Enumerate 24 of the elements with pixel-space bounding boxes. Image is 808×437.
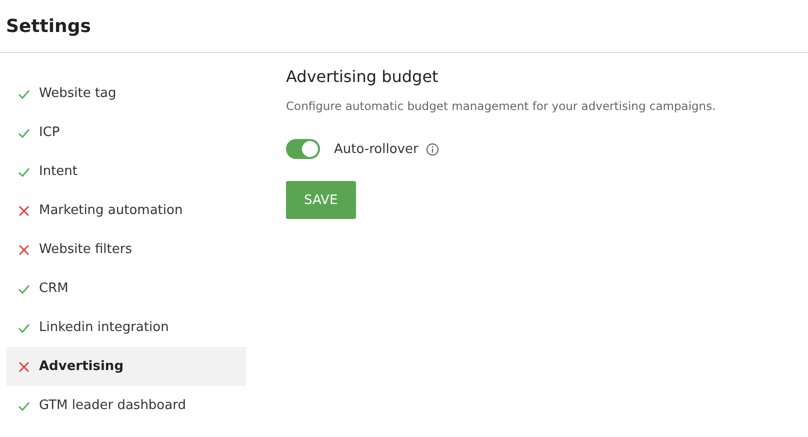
check-icon [18,166,30,178]
sidebar-item[interactable]: GTM leader dashboard [6,386,246,425]
toggle-switch[interactable] [286,139,320,159]
sidebar-item[interactable]: Website filters [6,230,246,269]
sidebar-item[interactable]: Linkedin integration [6,308,246,347]
check-icon [18,400,30,412]
toggle-label: Auto-rollover [334,142,418,156]
sidebar-item[interactable]: Intent [6,152,246,191]
section-title: Advertising budget [286,67,438,86]
check-icon [18,322,30,334]
sidebar-item[interactable]: Marketing automation [6,191,246,230]
section-description: Configure automatic budget management for your advertising campaigns. [286,99,716,113]
check-icon [18,126,30,138]
sidebar-item[interactable]: CRM [6,269,246,308]
cross-icon [18,244,30,256]
cross-icon [18,360,30,372]
cross-icon [18,204,30,216]
sidebar-item[interactable]: ICP [6,113,246,152]
page-title: Settings [6,16,91,36]
sidebar-item[interactable]: Advertising [6,347,246,386]
sidebar-item[interactable]: Website tag [6,74,246,113]
check-icon [18,282,30,294]
info-icon[interactable] [426,142,440,156]
check-icon [18,88,30,100]
